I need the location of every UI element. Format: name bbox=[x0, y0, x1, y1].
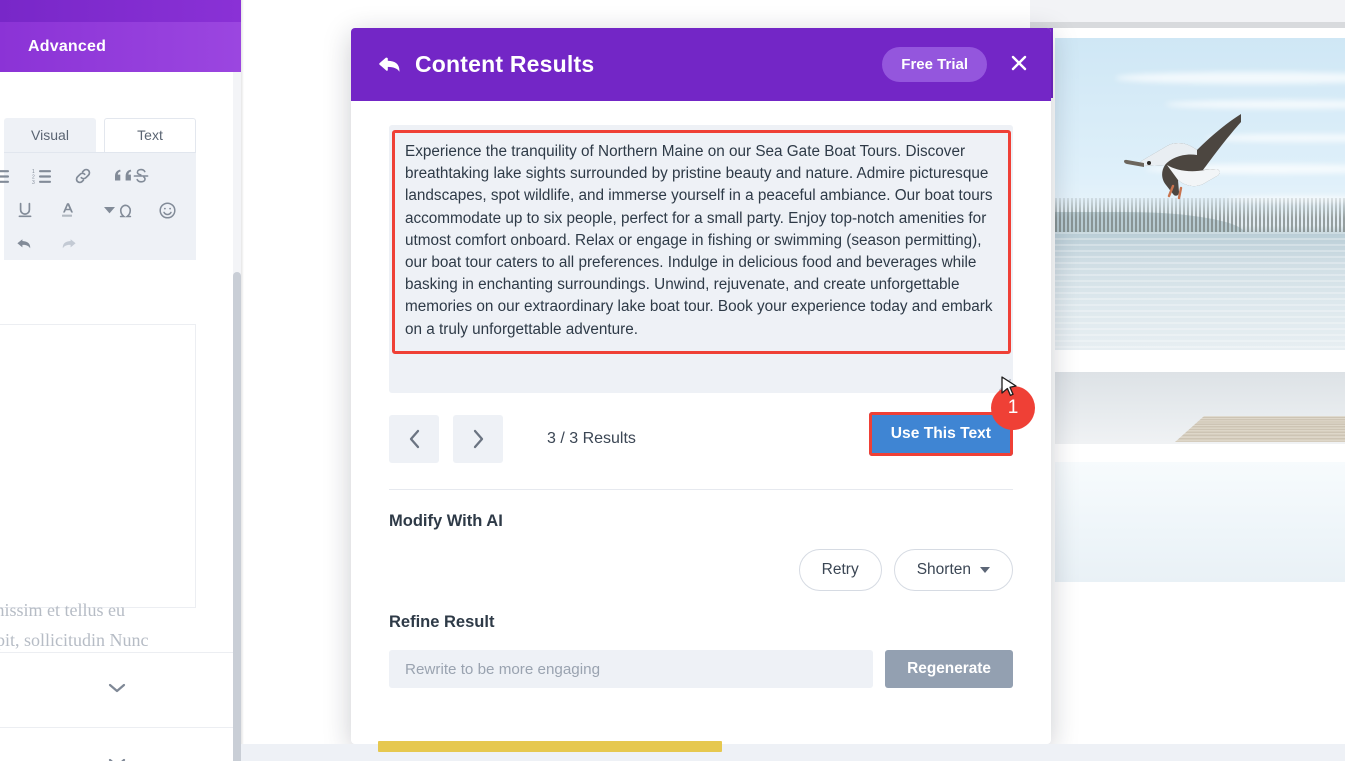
section-divider bbox=[389, 489, 1013, 490]
modal-title: Content Results bbox=[415, 51, 595, 77]
prev-result-button[interactable] bbox=[389, 415, 439, 463]
results-counter: 3 / 3 Results bbox=[547, 430, 636, 447]
water-surface bbox=[1055, 232, 1345, 350]
panel-top-strip bbox=[0, 0, 241, 22]
underline-icon[interactable] bbox=[4, 193, 46, 227]
modify-with-ai-title: Modify With AI bbox=[389, 512, 503, 530]
emoji-icon[interactable] bbox=[146, 193, 188, 227]
screen-root: Advanced Visual Text 1 2 3 issim et tell… bbox=[0, 0, 1345, 761]
chevron-down-icon bbox=[107, 681, 127, 699]
results-navigation-row: 3 / 3 Results Use This Text 1 bbox=[389, 376, 1035, 463]
retry-button[interactable]: Retry bbox=[798, 549, 882, 591]
gold-accent-bar bbox=[378, 741, 722, 752]
bird-shape bbox=[1124, 114, 1241, 200]
preview-top-bar bbox=[1030, 0, 1345, 22]
refine-input[interactable] bbox=[389, 650, 874, 688]
link-icon[interactable] bbox=[62, 159, 104, 193]
editor-content-box[interactable]: nc, nec dignissim et tellus eu finibus. … bbox=[0, 324, 196, 710]
modal-body: Experience the tranquility of Northern M… bbox=[351, 101, 1051, 688]
panel-edge-shadow bbox=[241, 0, 244, 761]
modal-header: Content Results Free Trial bbox=[351, 28, 1051, 101]
right-preview-area bbox=[1030, 0, 1345, 761]
preview-gap-strip bbox=[1030, 22, 1345, 28]
editor-toolbar: 1 2 3 bbox=[0, 152, 196, 261]
accordion-row-2[interactable] bbox=[0, 727, 233, 761]
svg-text:3: 3 bbox=[32, 180, 35, 184]
refine-result-title: Refine Result bbox=[389, 613, 495, 631]
modify-with-ai-actions: Retry Shorten bbox=[389, 549, 1013, 591]
use-this-text-group: Use This Text 1 bbox=[868, 376, 1035, 456]
wooden-dock-photo bbox=[1055, 372, 1345, 444]
result-text-area[interactable]: Experience the tranquility of Northern M… bbox=[389, 125, 1013, 393]
dock-planks bbox=[1175, 416, 1345, 442]
result-text-content[interactable]: Experience the tranquility of Northern M… bbox=[392, 130, 1011, 354]
free-trial-button[interactable]: Free Trial bbox=[882, 47, 987, 82]
close-icon[interactable] bbox=[1003, 49, 1035, 81]
back-arrow-icon[interactable] bbox=[379, 56, 401, 74]
caret-down-icon bbox=[980, 567, 990, 573]
special-character-icon[interactable] bbox=[104, 193, 146, 227]
panel-scrollbar-thumb[interactable] bbox=[233, 272, 241, 761]
retry-label: Retry bbox=[821, 561, 859, 578]
shorten-dropdown-button[interactable]: Shorten bbox=[893, 549, 1013, 591]
numbered-list-icon[interactable]: 1 2 3 bbox=[20, 159, 62, 193]
bird-over-lake-photo bbox=[1055, 38, 1345, 350]
panel-header: Advanced bbox=[0, 22, 241, 72]
accordion-row-1[interactable] bbox=[0, 652, 233, 726]
tab-text[interactable]: Text bbox=[104, 118, 196, 152]
use-this-text-button[interactable]: Use This Text bbox=[868, 412, 1013, 456]
strikethrough-icon[interactable] bbox=[120, 159, 162, 193]
undo-icon[interactable] bbox=[4, 227, 46, 261]
chevron-down-icon bbox=[107, 756, 127, 761]
panel-header-title: Advanced bbox=[28, 38, 107, 55]
panel-body: Visual Text 1 2 3 issim et tellus eu pit… bbox=[0, 72, 241, 761]
cursor-arrow-icon bbox=[1001, 376, 1017, 397]
editor-tabs: Visual Text bbox=[0, 118, 241, 152]
next-result-button[interactable] bbox=[453, 415, 503, 463]
bullet-list-icon[interactable] bbox=[0, 159, 20, 193]
left-editor-panel: Advanced Visual Text 1 2 3 issim et tell… bbox=[0, 0, 241, 761]
shorten-label: Shorten bbox=[916, 561, 971, 578]
refine-result-row: Regenerate bbox=[389, 650, 1013, 688]
regenerate-button[interactable]: Regenerate bbox=[885, 650, 1013, 688]
tab-visual[interactable]: Visual bbox=[4, 118, 96, 152]
text-color-icon[interactable] bbox=[46, 193, 88, 227]
content-results-modal: Content Results Free Trial Experience th… bbox=[351, 28, 1051, 744]
blank-light-photo bbox=[1055, 462, 1345, 582]
redo-icon[interactable] bbox=[46, 227, 88, 261]
